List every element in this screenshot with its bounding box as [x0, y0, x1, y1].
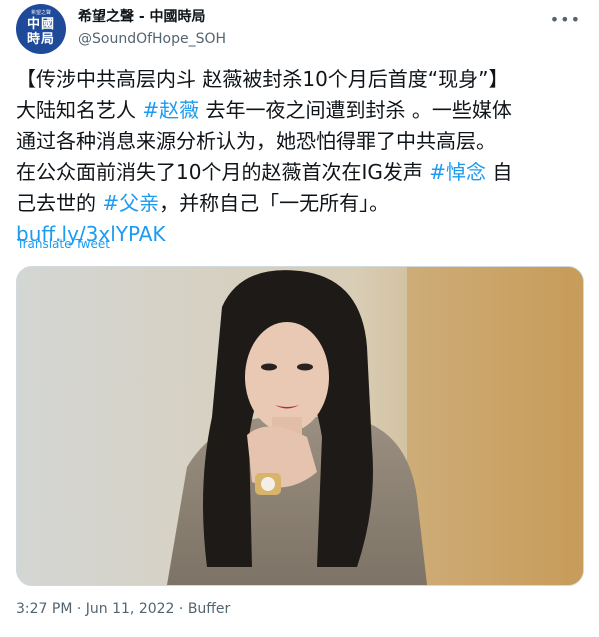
- tweet-meta: 3:27 PM · Jun 11, 2022 · Buffer: [16, 601, 230, 617]
- meta-separator: ·: [178, 601, 184, 617]
- avatar-small-text: 希望之聲: [30, 10, 51, 16]
- tweet-text: 【传涉中共高层内斗 赵薇被封杀10个月后首度“现身”】 大陆知名艺人 #赵薇 去…: [16, 64, 586, 250]
- author-names: 希望之聲 - 中國時局 @SoundOfHope_SOH: [78, 8, 226, 49]
- more-horizontal-icon[interactable]: •••: [550, 10, 581, 29]
- translate-tweet-link[interactable]: Translate Tweet: [17, 237, 110, 251]
- tweet-time[interactable]: 3:27 PM: [16, 601, 72, 617]
- tweet: 希望之聲 中國 時局 希望之聲 - 中國時局 @SoundOfHope_SOH …: [0, 0, 599, 637]
- photo-illustration: [17, 267, 583, 585]
- meta-separator: ·: [76, 601, 82, 617]
- display-name[interactable]: 希望之聲 - 中國時局: [78, 8, 226, 26]
- handle[interactable]: @SoundOfHope_SOH: [78, 29, 226, 49]
- avatar-text-line2: 時局: [26, 32, 55, 47]
- avatar-text-line1: 中國: [26, 17, 55, 32]
- tweet-text-segment: ，并称自己「一无所有」。: [159, 191, 390, 215]
- tweet-source[interactable]: Buffer: [188, 601, 231, 617]
- tweet-header: 希望之聲 中國 時局 希望之聲 - 中國時局 @SoundOfHope_SOH …: [16, 4, 587, 54]
- tweet-link[interactable]: #赵薇: [142, 98, 199, 122]
- avatar[interactable]: 希望之聲 中國 時局: [16, 4, 66, 54]
- tweet-photo[interactable]: [16, 266, 584, 586]
- tweet-link[interactable]: #父亲: [102, 191, 159, 215]
- tweet-link[interactable]: #悼念: [429, 160, 486, 184]
- tweet-date[interactable]: Jun 11, 2022: [86, 601, 175, 617]
